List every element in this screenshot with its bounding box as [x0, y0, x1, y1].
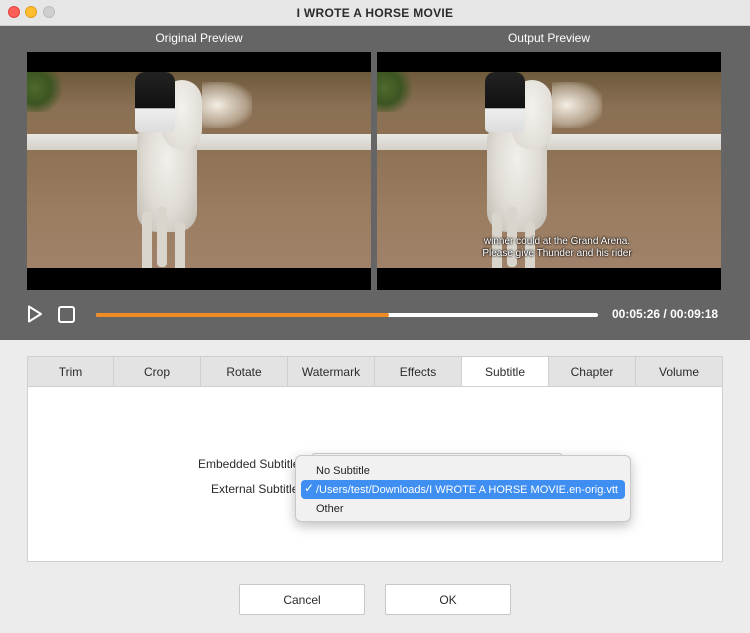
tab-crop[interactable]: Crop — [114, 356, 201, 387]
tab-effects[interactable]: Effects — [375, 356, 462, 387]
tab-trim[interactable]: Trim — [27, 356, 114, 387]
external-subtitle-label: External Subtitle — [211, 482, 299, 496]
play-icon[interactable] — [27, 305, 43, 323]
tab-chapter[interactable]: Chapter — [549, 356, 636, 387]
horse-video-frame — [27, 72, 371, 268]
time-readout: 00:05:26 / 00:09:18 — [612, 307, 719, 321]
video-editor-window: I WROTE A HORSE MOVIE Original Preview O… — [0, 0, 750, 633]
tab-subtitle[interactable]: Subtitle — [462, 356, 549, 387]
dropdown-option[interactable]: ✓/Users/test/Downloads/I WROTE A HORSE M… — [301, 480, 625, 499]
preview-area: Original Preview Output Preview winner c… — [0, 26, 750, 340]
dropdown-option-label: /Users/test/Downloads/I WROTE A HORSE MO… — [316, 483, 618, 496]
window-title: I WROTE A HORSE MOVIE — [296, 6, 454, 20]
title-bar: I WROTE A HORSE MOVIE — [0, 0, 750, 26]
output-preview-video: winner could at the Grand Arena. Please … — [377, 52, 721, 290]
dropdown-option[interactable]: Other — [301, 499, 625, 518]
tab-watermark[interactable]: Watermark — [288, 356, 375, 387]
edit-tabs: Trim Crop Rotate Watermark Effects Subtitle Ch… — [27, 356, 723, 387]
ok-button[interactable]: OK — [385, 584, 511, 615]
original-preview-video — [27, 52, 371, 290]
checkmark-icon: ✓ — [304, 481, 315, 495]
cancel-button[interactable]: Cancel — [239, 584, 365, 615]
playback-progress-slider[interactable] — [96, 313, 598, 317]
burned-subtitle-text: winner could at the Grand Arena. Please … — [482, 236, 632, 259]
original-preview-label: Original Preview — [155, 31, 243, 45]
tab-rotate[interactable]: Rotate — [201, 356, 288, 387]
dropdown-option-label: Other — [316, 502, 344, 515]
tab-volume[interactable]: Volume — [636, 356, 723, 387]
embedded-subtitle-label: Embedded Subtitle — [198, 457, 300, 471]
dropdown-option[interactable]: No Subtitle — [301, 461, 625, 480]
external-subtitle-dropdown-menu: No Subtitle ✓/Users/test/Downloads/I WROT… — [295, 455, 631, 522]
progress-fill — [96, 313, 390, 317]
output-preview-label: Output Preview — [507, 31, 591, 45]
stop-icon[interactable] — [58, 306, 75, 323]
dropdown-option-label: No Subtitle — [316, 464, 370, 477]
